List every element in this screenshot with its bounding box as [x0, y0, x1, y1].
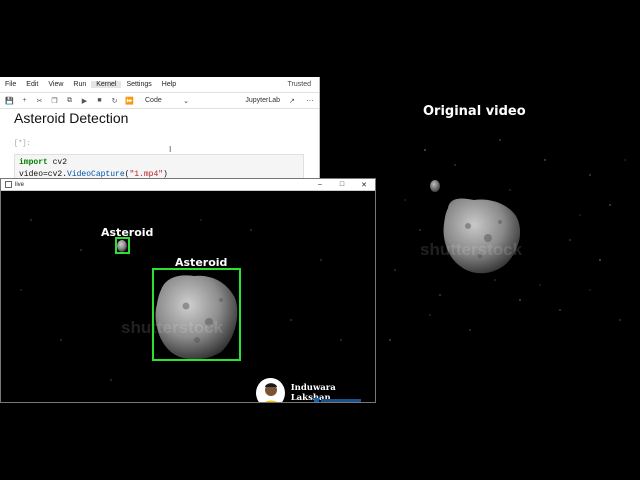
- maximize-icon[interactable]: □: [331, 181, 353, 189]
- run-icon[interactable]: ▶: [77, 97, 92, 105]
- menu-edit[interactable]: Edit: [21, 81, 43, 88]
- live-window: live – □ ✕ shutterstock Asteroid Asteroi…: [0, 178, 376, 403]
- live-video-frame: shutterstock Asteroid Asteroid Induwara …: [1, 190, 375, 402]
- add-cell-icon[interactable]: +: [17, 97, 32, 104]
- profile-link-bar: [321, 398, 361, 402]
- restart-icon[interactable]: ↻: [107, 97, 122, 105]
- original-watermark: shutterstock: [420, 240, 523, 259]
- app-icon: [5, 181, 12, 188]
- menu-file[interactable]: File: [0, 81, 21, 88]
- avatar: [256, 378, 285, 402]
- original-video-frame: [430, 180, 521, 274]
- small-asteroid: [430, 180, 440, 192]
- stop-icon[interactable]: ■: [92, 97, 107, 104]
- copy-icon[interactable]: ❐: [47, 97, 62, 105]
- chevron-down-icon: ⌄: [183, 97, 189, 105]
- trusted-indicator[interactable]: Trusted: [283, 81, 319, 88]
- creator-link: [314, 398, 361, 402]
- live-window-title: live: [15, 181, 25, 188]
- more-icon[interactable]: ⋯: [301, 97, 319, 105]
- menu-help[interactable]: Help: [157, 81, 181, 88]
- detection-box-large: [152, 268, 241, 361]
- creator-badge: Induwara Lakshan: [256, 378, 375, 402]
- cell-prompt: [*]:: [14, 140, 31, 148]
- text-cursor-icon: I: [169, 145, 172, 154]
- menu-bar: File Edit View Run Kernel Settings Help …: [0, 77, 319, 93]
- large-asteroid: [443, 198, 521, 274]
- cut-icon[interactable]: ✂: [32, 97, 47, 105]
- menu-run[interactable]: Run: [68, 81, 91, 88]
- avatar-image: [264, 383, 278, 402]
- cell-type-select[interactable]: Code ⌄: [145, 97, 189, 105]
- menu-kernel[interactable]: Kernel: [91, 81, 122, 88]
- fast-forward-icon[interactable]: ⏩: [122, 97, 137, 105]
- detection-label-small: Asteroid: [101, 226, 154, 239]
- external-link-icon[interactable]: ↗: [283, 97, 301, 105]
- close-icon[interactable]: ✕: [353, 181, 375, 189]
- notebook-toolbar: 💾 + ✂ ❐ ⧉ ▶ ■ ↻ ⏩ Code ⌄ JupyterLab ↗ ⋯: [0, 93, 319, 109]
- menu-view[interactable]: View: [43, 81, 68, 88]
- menu-settings[interactable]: Settings: [121, 81, 156, 88]
- detection-box-small: [115, 237, 130, 254]
- notebook-title: Asteroid Detection: [14, 110, 129, 126]
- kernel-name[interactable]: JupyterLab: [245, 97, 280, 104]
- code-line-1: import cv2: [19, 158, 68, 167]
- detection-label-large: Asteroid: [175, 256, 228, 269]
- minimize-icon[interactable]: –: [309, 181, 331, 189]
- paste-icon[interactable]: ⧉: [62, 97, 77, 105]
- linkedin-icon: [314, 398, 319, 402]
- save-icon[interactable]: 💾: [2, 97, 17, 105]
- original-video-title: Original video: [423, 104, 526, 119]
- cell-type-value: Code: [145, 96, 162, 104]
